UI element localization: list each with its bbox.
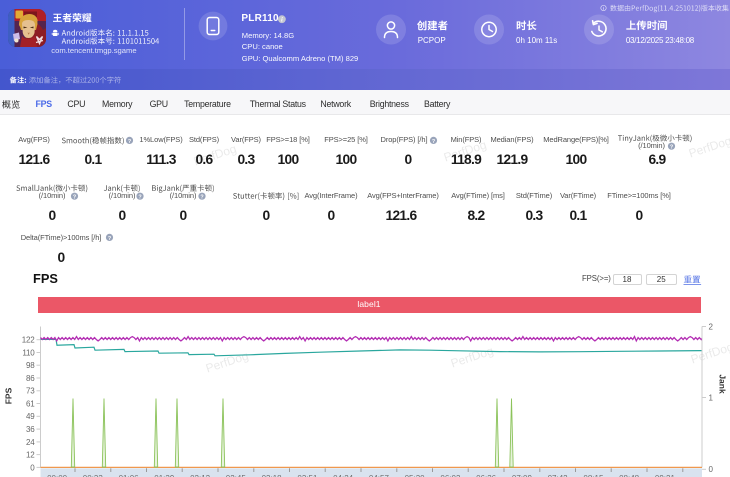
svg-text:0: 0 <box>30 463 35 472</box>
svg-text:1: 1 <box>709 393 714 402</box>
svg-text:12: 12 <box>26 451 35 460</box>
svg-text:Jank: Jank <box>718 374 728 394</box>
svg-text:98: 98 <box>26 361 35 370</box>
svg-text:36: 36 <box>26 425 35 434</box>
svg-text:61: 61 <box>26 399 35 408</box>
svg-text:73: 73 <box>26 387 35 396</box>
svg-text:2: 2 <box>709 322 714 331</box>
svg-text:FPS: FPS <box>4 387 14 404</box>
svg-text:122: 122 <box>22 336 35 345</box>
svg-text:0: 0 <box>709 465 714 474</box>
svg-text:110: 110 <box>22 348 35 357</box>
svg-text:49: 49 <box>26 412 35 421</box>
svg-text:24: 24 <box>26 438 35 447</box>
svg-text:86: 86 <box>26 374 35 383</box>
